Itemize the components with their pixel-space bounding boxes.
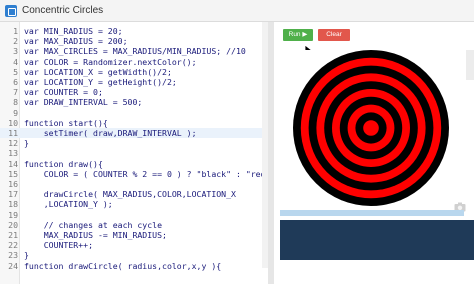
line-number: 6 (13, 77, 18, 87)
code-line[interactable]: 7 var COUNTER = 0; (0, 87, 262, 97)
code-line[interactable]: 2 var MAX_RADIUS = 200; (0, 36, 262, 46)
code-line[interactable]: 23} (0, 250, 262, 260)
line-number: 22 (8, 240, 18, 251)
line-number: 15 (8, 168, 18, 179)
run-button[interactable]: Run ▶ (283, 29, 313, 41)
line-number: 4 (13, 56, 18, 67)
code-line[interactable]: 11 setTimer( draw,DRAW_INTERVAL ); (0, 128, 262, 138)
code-text[interactable]: setTimer( draw,DRAW_INTERVAL ); (24, 128, 197, 138)
code-text[interactable]: } (24, 250, 29, 260)
code-line[interactable]: 18 ,LOCATION_Y ); (0, 199, 262, 209)
code-text[interactable]: drawCircle( MAX_RADIUS,COLOR,LOCATION_X (24, 189, 236, 199)
code-line[interactable]: 13 (0, 148, 262, 158)
code-text[interactable]: } (24, 138, 29, 148)
line-number: 7 (13, 87, 18, 98)
line-number: 8 (13, 97, 18, 108)
clear-button[interactable]: Clear (318, 29, 350, 41)
run-progress-bar (280, 210, 464, 216)
line-number: 12 (8, 138, 18, 149)
code-line[interactable]: 9 (0, 108, 262, 118)
line-number: 3 (13, 46, 18, 57)
code-line[interactable]: 8 var DRAW_INTERVAL = 500; (0, 97, 262, 107)
line-number: 24 (8, 260, 18, 271)
concentric-circles (293, 50, 449, 206)
code-text[interactable]: var LOCATION_X = getWidth()/2; (24, 67, 172, 77)
code-text[interactable]: var MIN_RADIUS = 20; (24, 26, 123, 36)
line-number: 14 (8, 158, 18, 169)
code-editor[interactable]: 1 var MIN_RADIUS = 20; 2 var MAX_RADIUS = 2… (0, 22, 262, 284)
code-text[interactable]: function start(){ (24, 118, 108, 128)
side-panel-tab[interactable] (466, 50, 474, 80)
line-number: 21 (8, 230, 18, 240)
code-text[interactable]: var COUNTER = 0; (24, 87, 103, 97)
code-text[interactable]: var MAX_CIRCLES = MAX_RADIUS/MIN_RADIUS;… (24, 46, 246, 56)
code-text[interactable]: var LOCATION_Y = getHeight()/2; (24, 77, 177, 87)
line-number: 13 (8, 148, 18, 159)
circle-ring (363, 120, 379, 136)
code-line[interactable]: 21 MAX_RADIUS -= MIN_RADIUS; (0, 230, 262, 240)
code-line[interactable]: 12} (0, 138, 262, 148)
line-number: 20 (8, 219, 18, 230)
code-line[interactable]: 4 var COLOR = Randomizer.nextColor(); (0, 57, 262, 67)
line-number: 10 (8, 117, 18, 128)
line-number: 2 (13, 36, 18, 47)
code-line[interactable]: 14 function draw(){ (0, 159, 262, 169)
code-text[interactable]: var COLOR = Randomizer.nextColor(); (24, 57, 197, 67)
line-number: 1 (13, 26, 18, 36)
code-line[interactable]: 10 function start(){ (0, 118, 262, 128)
code-line[interactable]: 16 (0, 179, 262, 189)
title-bar: Concentric Circles (0, 0, 474, 22)
line-number: 16 (8, 179, 18, 189)
code-line[interactable]: 15 COLOR = ( COUNTER % 2 == 0 ) ? "black… (0, 169, 262, 179)
app-icon (5, 5, 17, 17)
code-text[interactable]: ,LOCATION_Y ); (24, 199, 113, 209)
code-text[interactable]: function draw(){ (24, 159, 103, 169)
drawing-canvas[interactable] (286, 50, 456, 206)
line-number: 23 (8, 250, 18, 261)
code-line[interactable]: 20 // changes at each cycle (0, 220, 262, 230)
code-text[interactable]: var DRAW_INTERVAL = 500; (24, 97, 142, 107)
code-line[interactable]: 5 var LOCATION_X = getWidth()/2; (0, 67, 262, 77)
code-text[interactable]: COLOR = ( COUNTER % 2 == 0 ) ? "black" :… (24, 169, 262, 179)
line-number: 11 (8, 128, 18, 138)
window-title: Concentric Circles (22, 5, 104, 16)
code-text[interactable]: var MAX_RADIUS = 200; (24, 36, 128, 46)
line-number: 9 (13, 107, 18, 118)
code-line[interactable]: 3 var MAX_CIRCLES = MAX_RADIUS/MIN_RADIUS… (0, 46, 262, 56)
code-line[interactable]: 1 var MIN_RADIUS = 20; (0, 26, 262, 36)
code-text[interactable]: COUNTER++; (24, 240, 93, 250)
code-text[interactable]: // changes at each cycle (24, 220, 162, 230)
code-line[interactable]: 19 (0, 210, 262, 220)
run-progress-fill (280, 210, 464, 216)
console-output[interactable] (280, 220, 474, 260)
line-number: 17 (8, 189, 18, 200)
code-line[interactable]: 17 drawCircle( MAX_RADIUS,COLOR,LOCATION… (0, 189, 262, 199)
code-line[interactable]: 22 COUNTER++; (0, 240, 262, 250)
line-number: 5 (13, 66, 18, 77)
line-number: 19 (8, 209, 18, 220)
code-text[interactable]: function drawCircle( radius,color,x,y ){ (24, 261, 221, 271)
line-number: 18 (8, 199, 18, 210)
code-text[interactable]: MAX_RADIUS -= MIN_RADIUS; (24, 230, 167, 240)
code-line[interactable]: 6 var LOCATION_Y = getHeight()/2; (0, 77, 262, 87)
code-line[interactable]: 24 function drawCircle( radius,color,x,y … (0, 261, 262, 271)
